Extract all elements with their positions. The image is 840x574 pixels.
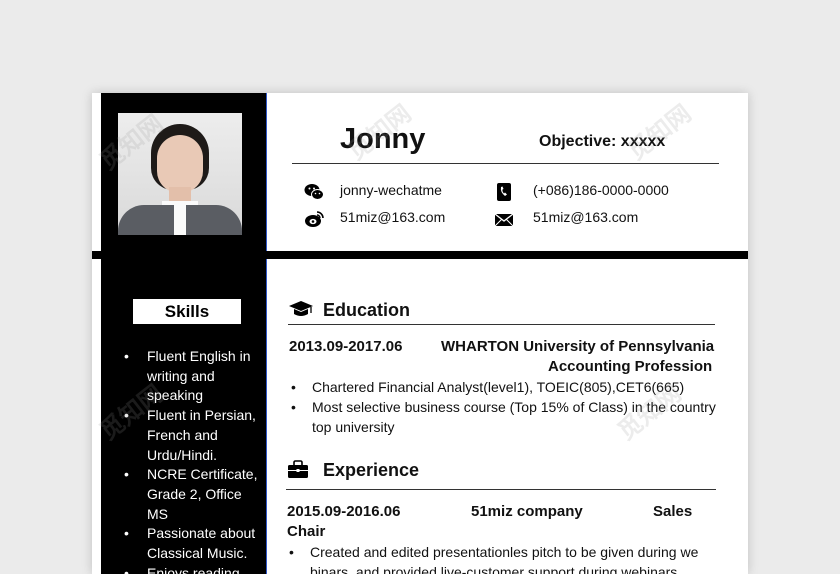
graduation-cap-icon bbox=[289, 301, 313, 316]
skill-item: NCRE Certificate, Grade 2, Office MS bbox=[121, 465, 261, 524]
accent-line bbox=[266, 93, 267, 251]
mail-icon bbox=[494, 213, 514, 227]
experience-bullet: Created and edited presentationles pitch… bbox=[286, 542, 726, 574]
phone-number: (+086)186-0000-0000 bbox=[533, 182, 669, 198]
name-divider bbox=[292, 163, 719, 164]
email-address: 51miz@163.com bbox=[533, 209, 639, 225]
skill-item: Enjoys reading bbox=[121, 564, 261, 574]
header-divider bbox=[92, 251, 748, 259]
experience-title: Experience bbox=[323, 460, 420, 480]
experience-period: 2015.09-2016.06 bbox=[287, 503, 401, 520]
education-school: WHARTON University of Pennsylvania bbox=[441, 338, 715, 355]
experience-role-cont: Chair bbox=[287, 523, 326, 540]
phone-icon bbox=[497, 183, 511, 201]
accent-line bbox=[266, 259, 267, 574]
wechat-id: jonny-wechatme bbox=[340, 182, 442, 198]
skills-title: Skills bbox=[133, 299, 241, 324]
weibo-icon bbox=[305, 211, 324, 227]
education-divider bbox=[288, 324, 715, 325]
skill-item: Passionate about Classical Music. bbox=[121, 524, 261, 563]
education-major: Accounting Profession bbox=[548, 358, 713, 375]
education-period: 2013.09-2017.06 bbox=[289, 338, 403, 355]
experience-bullets: Created and edited presentationles pitch… bbox=[286, 542, 726, 574]
resume-page: Skills Fluent English in writing and spe… bbox=[92, 93, 748, 574]
experience-role: Sales bbox=[653, 503, 693, 520]
education-title: Education bbox=[323, 300, 411, 320]
experience-divider bbox=[286, 489, 716, 490]
wechat-icon bbox=[304, 184, 324, 200]
briefcase-icon bbox=[288, 460, 308, 478]
watermark: 觅知网 bbox=[623, 100, 697, 166]
weibo-account: 51miz@163.com bbox=[340, 209, 446, 225]
experience-company: 51miz company bbox=[471, 503, 583, 520]
